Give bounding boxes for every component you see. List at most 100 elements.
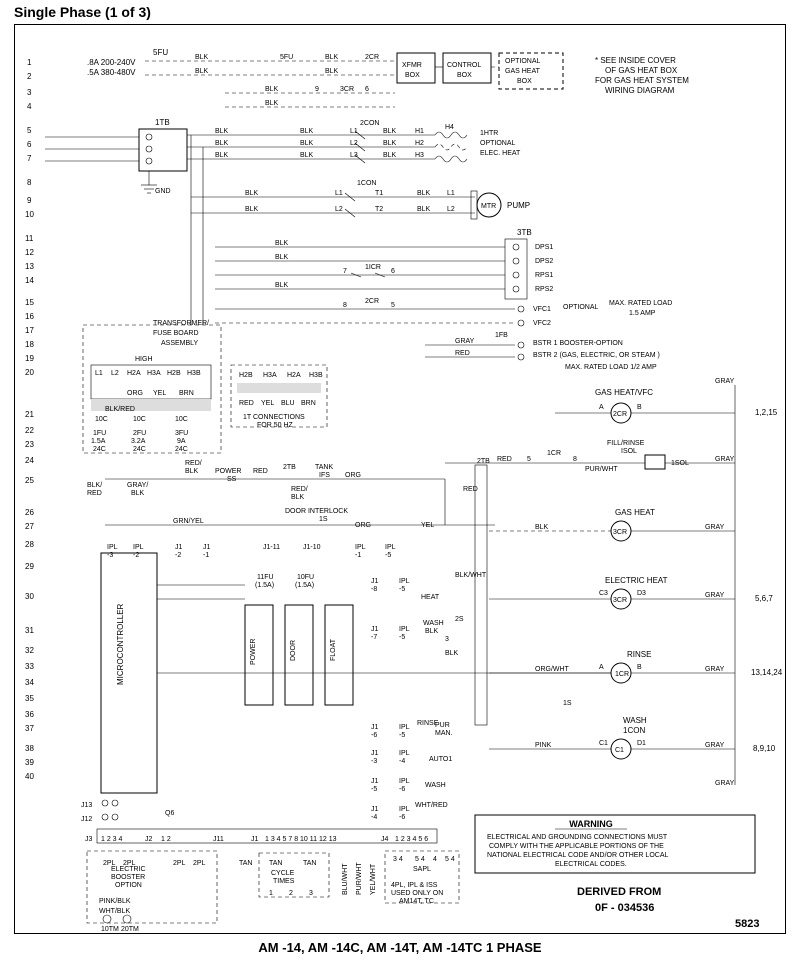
svg-text:IFS: IFS <box>319 472 330 479</box>
diagram-frame: { "title": "Single Phase (1 of 3)", "foo… <box>14 24 786 934</box>
svg-text:RED/: RED/ <box>291 486 308 493</box>
svg-text:11FU: 11FU <box>257 574 274 581</box>
svg-text:5: 5 <box>527 456 531 463</box>
svg-text:BOX: BOX <box>517 78 532 85</box>
svg-text:-5: -5 <box>399 732 405 739</box>
svg-text:J1-10: J1-10 <box>303 544 321 551</box>
svg-text:ELECTRICAL AND GROUNDING CONNE: ELECTRICAL AND GROUNDING CONNECTIONS MUS… <box>487 834 668 841</box>
svg-text:5 4: 5 4 <box>445 856 455 863</box>
svg-text:NATIONAL ELECTRICAL CODE AND/O: NATIONAL ELECTRICAL CODE AND/OR OTHER LO… <box>487 852 668 859</box>
svg-text:BLK: BLK <box>445 650 459 657</box>
svg-text:WASH: WASH <box>623 716 647 725</box>
svg-text:J1: J1 <box>371 778 379 785</box>
svg-text:BRN: BRN <box>179 390 194 397</box>
svg-text:1: 1 <box>27 58 32 67</box>
svg-text:BSTR 2 (GAS, ELECTRIC, OR STEA: BSTR 2 (GAS, ELECTRIC, OR STEAM ) <box>533 352 660 359</box>
svg-text:B: B <box>637 664 642 671</box>
svg-text:DOOR: DOOR <box>290 640 297 661</box>
vfc-section: 82CR5 VFC1VFC2 OPTIONALMAX. RATED LOAD1.… <box>215 298 672 339</box>
svg-text:L3: L3 <box>350 152 358 159</box>
svg-text:2CR: 2CR <box>365 54 379 61</box>
svg-text:BLK: BLK <box>383 140 397 147</box>
svg-text:D1: D1 <box>637 740 646 747</box>
svg-text:J4: J4 <box>381 836 389 843</box>
svg-text:-6: -6 <box>399 786 405 793</box>
svg-text:3TB: 3TB <box>517 228 532 237</box>
top-note: * SEE INSIDE COVER OF GAS HEAT BOX FOR G… <box>595 56 689 95</box>
svg-text:3 4: 3 4 <box>393 856 403 863</box>
svg-text:-1: -1 <box>203 552 209 559</box>
svg-text:PUMP: PUMP <box>507 201 530 210</box>
svg-text:FOR GAS HEAT SYSTEM: FOR GAS HEAT SYSTEM <box>595 76 689 85</box>
svg-text:7: 7 <box>27 154 32 163</box>
svg-text:J11: J11 <box>213 836 224 843</box>
svg-text:-3: -3 <box>107 552 113 559</box>
svg-text:1.5A: 1.5A <box>91 438 106 445</box>
svg-text:J13: J13 <box>81 802 92 809</box>
svg-text:L2: L2 <box>111 370 119 377</box>
svg-text:24C: 24C <box>93 446 106 453</box>
svg-text:-4: -4 <box>371 814 377 821</box>
svg-text:5 4: 5 4 <box>415 856 425 863</box>
svg-text:AUTO1: AUTO1 <box>429 756 452 763</box>
svg-text:YEL: YEL <box>421 522 434 529</box>
svg-text:4: 4 <box>433 856 437 863</box>
svg-text:25: 25 <box>25 476 34 485</box>
svg-text:-1: -1 <box>355 552 361 559</box>
svg-text:(1.5A): (1.5A) <box>295 582 314 589</box>
svg-text:FOR 50 HZ: FOR 50 HZ <box>257 422 294 429</box>
svg-text:TAN: TAN <box>239 860 252 867</box>
svg-text:PUR/WHT: PUR/WHT <box>356 862 363 895</box>
svg-text:J1: J1 <box>371 806 379 813</box>
svg-text:Q6: Q6 <box>165 810 174 817</box>
svg-text:32: 32 <box>25 646 34 655</box>
svg-text:USED ONLY ON: USED ONLY ON <box>391 890 443 897</box>
svg-text:RED: RED <box>239 400 254 407</box>
svg-text:6: 6 <box>365 86 369 93</box>
svg-text:ORG: ORG <box>345 472 361 479</box>
svg-text:2S: 2S <box>455 616 464 623</box>
svg-text:TIMES: TIMES <box>273 878 295 885</box>
svg-text:OPTION: OPTION <box>115 882 142 889</box>
svg-text:GRN/YEL: GRN/YEL <box>173 518 204 525</box>
svg-text:-4: -4 <box>399 758 405 765</box>
svg-text:OPTIONAL: OPTIONAL <box>505 58 541 65</box>
svg-text:BLK/WHT: BLK/WHT <box>455 572 487 579</box>
svg-text:BLK: BLK <box>195 54 209 61</box>
svg-text:RED: RED <box>455 350 470 357</box>
svg-text:2CON: 2CON <box>360 120 379 127</box>
svg-text:20: 20 <box>25 368 34 377</box>
svg-text:RED: RED <box>463 486 478 493</box>
svg-text:21: 21 <box>25 410 34 419</box>
svg-text:OPTIONAL: OPTIONAL <box>480 140 516 147</box>
svg-text:A: A <box>599 404 604 411</box>
svg-text:GRAY: GRAY <box>715 780 735 787</box>
svg-text:H3A: H3A <box>263 372 277 379</box>
svg-text:FILL/RINSE: FILL/RINSE <box>607 440 645 447</box>
svg-text:RED: RED <box>87 490 102 497</box>
svg-text:H2: H2 <box>415 140 424 147</box>
svg-text:BLK: BLK <box>265 86 279 93</box>
svg-text:9: 9 <box>315 86 319 93</box>
svg-text:MAN.: MAN. <box>435 730 453 737</box>
svg-text:40: 40 <box>25 772 34 781</box>
svg-text:J1: J1 <box>371 578 379 585</box>
svg-text:PINK/BLK: PINK/BLK <box>99 898 131 905</box>
svg-text:YEL: YEL <box>153 390 166 397</box>
svg-text:PUR: PUR <box>435 722 450 729</box>
svg-text:BLK: BLK <box>245 206 259 213</box>
svg-text:J2: J2 <box>145 836 153 843</box>
svg-text:MTR: MTR <box>481 203 496 210</box>
svg-text:BLK/: BLK/ <box>87 482 102 489</box>
svg-text:RED: RED <box>497 456 512 463</box>
svg-text:IPL: IPL <box>399 626 410 633</box>
svg-text:BLU/WHT: BLU/WHT <box>342 863 349 895</box>
svg-text:C1: C1 <box>615 747 624 754</box>
svg-text:H4: H4 <box>445 124 454 131</box>
svg-text:5: 5 <box>391 302 395 309</box>
svg-text:1FB: 1FB <box>495 332 508 339</box>
svg-text:IPL: IPL <box>399 750 410 757</box>
svg-text:J1: J1 <box>251 836 259 843</box>
svg-text:IPL: IPL <box>355 544 366 551</box>
svg-text:3CR: 3CR <box>613 597 627 604</box>
